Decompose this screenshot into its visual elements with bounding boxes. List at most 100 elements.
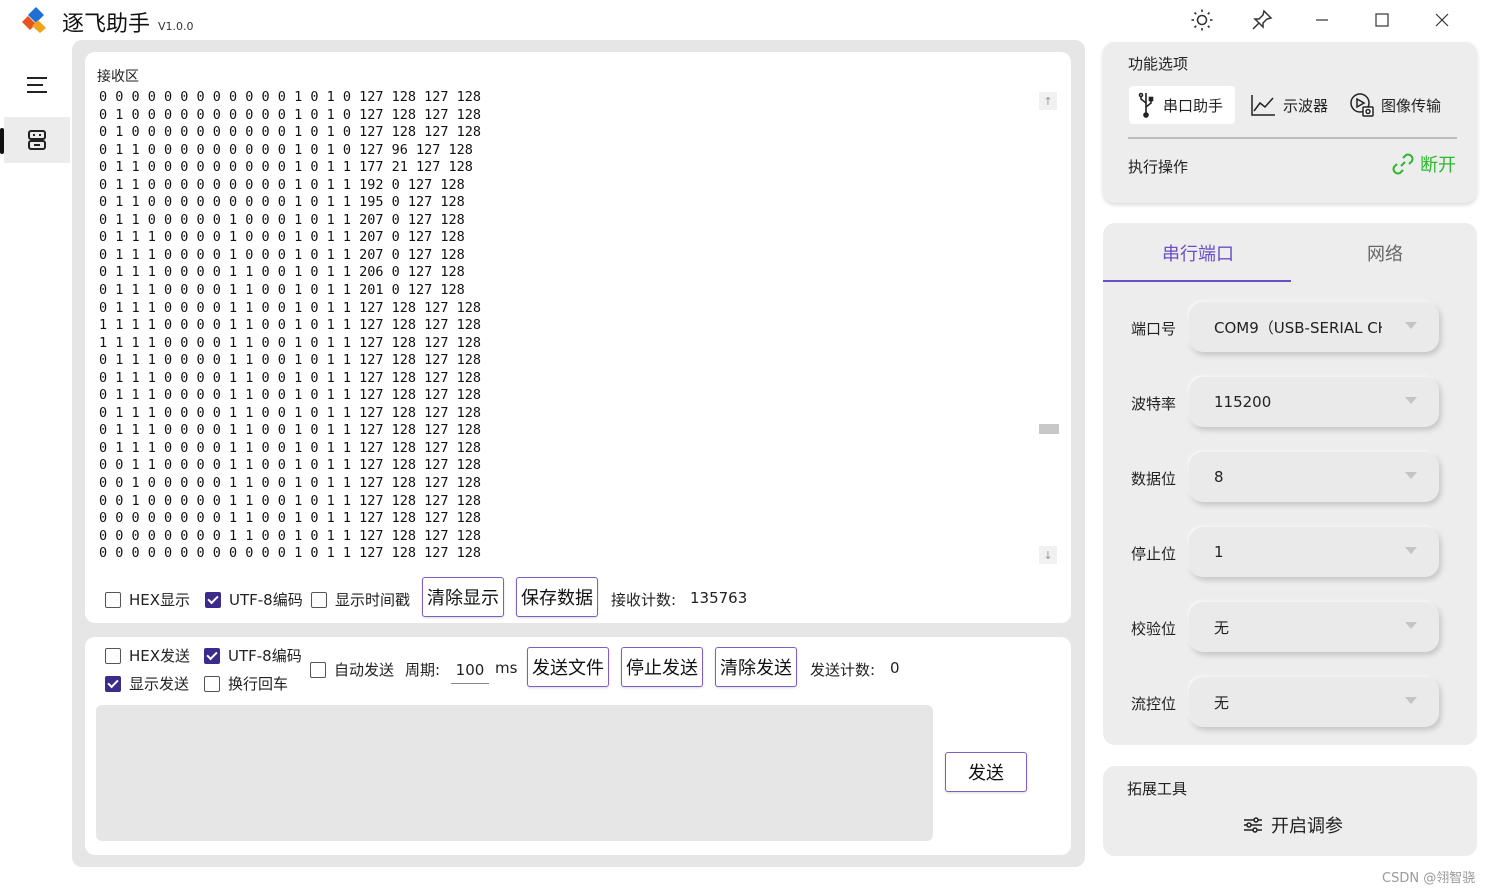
disconnect-button[interactable]: 断开 <box>1390 151 1456 177</box>
close-button[interactable] <box>1422 6 1462 34</box>
watermark: CSDN @翎智骁 <box>1382 871 1476 886</box>
checkbox-box <box>204 675 220 692</box>
receive-line: 0 0 0 0 0 0 0 0 1 1 0 0 1 0 1 1 127 128 … <box>99 510 482 527</box>
title-bar: 逐飞助手 V1.0.0 <box>0 0 1496 40</box>
nav-rail <box>0 40 72 893</box>
receive-line: 0 1 1 1 0 0 0 0 1 1 0 0 1 0 1 1 127 128 … <box>99 387 482 404</box>
image-transfer-icon <box>1350 93 1374 117</box>
active-tab-underline <box>1103 280 1291 282</box>
chevron-down-icon <box>1405 622 1417 629</box>
data-bits-label: 数据位 <box>1131 470 1177 488</box>
receive-line: 0 1 1 1 0 0 0 0 1 1 0 0 1 0 1 1 127 128 … <box>99 352 482 369</box>
receive-line: 1 1 1 1 0 0 0 0 1 1 0 0 1 0 1 1 127 128 … <box>99 317 482 334</box>
disconnect-label: 断开 <box>1420 155 1456 176</box>
receive-line: 0 1 1 1 0 0 0 0 1 1 0 0 1 0 1 1 206 0 12… <box>99 264 465 281</box>
tab-serial-assistant[interactable]: 串口助手 <box>1129 86 1235 124</box>
send-count-label: 发送计数: <box>810 661 876 679</box>
scroll-up-button[interactable]: ↑ <box>1039 92 1057 110</box>
maximize-button[interactable] <box>1362 6 1402 34</box>
receive-line: 0 1 1 1 0 0 0 0 1 1 0 0 1 0 1 1 127 128 … <box>99 404 482 421</box>
save-data-button[interactable]: 保存数据 <box>516 577 598 617</box>
tab-serial-port[interactable]: 串行端口 <box>1162 240 1234 266</box>
utf8-receive-checkbox[interactable]: UTF-8编码 <box>205 589 303 610</box>
execute-action-title: 执行操作 <box>1128 158 1189 176</box>
sun-icon <box>1191 9 1213 31</box>
receive-line: 0 0 0 0 0 0 0 0 0 0 0 0 1 0 1 0 127 128 … <box>99 89 482 105</box>
send-file-button[interactable]: 发送文件 <box>527 647 609 687</box>
tab-network[interactable]: 网络 <box>1367 240 1403 266</box>
checkbox-label: 换行回车 <box>228 675 289 693</box>
extension-tools-title: 拓展工具 <box>1127 780 1188 798</box>
show-send-checkbox[interactable]: 显示发送 <box>105 673 189 694</box>
data-bits-select[interactable]: 8 <box>1189 452 1439 502</box>
clear-display-button[interactable]: 清除显示 <box>422 577 504 617</box>
arrow-up-icon: ↑ <box>1043 94 1053 108</box>
send-button[interactable]: 发送 <box>945 752 1027 792</box>
scroll-down-button[interactable]: ↓ <box>1039 546 1057 564</box>
minimize-icon <box>1316 19 1328 21</box>
stop-send-button[interactable]: 停止发送 <box>621 647 703 687</box>
chevron-down-icon <box>1405 322 1417 329</box>
parity-value: 无 <box>1214 618 1230 637</box>
parity-label: 校验位 <box>1131 620 1177 638</box>
scrollbar-thumb[interactable] <box>1039 424 1059 434</box>
maximize-icon <box>1375 13 1389 27</box>
checkbox-box <box>204 647 220 664</box>
baud-rate-label: 波特率 <box>1131 395 1177 413</box>
flow-control-select[interactable]: 无 <box>1189 677 1439 727</box>
receive-line: 0 0 1 1 0 0 0 0 1 1 0 0 1 0 1 1 127 128 … <box>99 457 482 474</box>
send-count-value: 0 <box>890 659 900 677</box>
pin-icon <box>1252 9 1273 30</box>
app-version: V1.0.0 <box>158 20 194 33</box>
chevron-down-icon <box>1405 397 1417 404</box>
hex-send-checkbox[interactable]: HEX发送 <box>105 645 190 666</box>
flow-control-label: 流控位 <box>1131 695 1177 713</box>
receive-text-area[interactable]: 0 0 0 0 0 0 0 0 0 0 0 0 1 0 1 0 127 128 … <box>99 89 481 563</box>
port-select[interactable]: COM9（USB-SERIAL CH340） <box>1189 302 1439 352</box>
receive-line: 0 1 0 0 0 0 0 0 0 0 0 0 1 0 1 0 127 128 … <box>99 124 482 141</box>
rail-serial-assistant[interactable] <box>4 117 70 163</box>
menu-icon <box>27 77 47 93</box>
receive-count-value: 135763 <box>690 589 748 607</box>
checkbox-label: 显示时间戳 <box>335 591 411 609</box>
checkbox-label: HEX显示 <box>129 591 191 609</box>
stop-bits-value: 1 <box>1214 543 1224 561</box>
checkbox-box <box>311 591 327 608</box>
pin-button[interactable] <box>1242 6 1282 34</box>
sliders-icon <box>1244 817 1262 833</box>
checkbox-label: UTF-8编码 <box>229 591 303 609</box>
theme-toggle-button[interactable] <box>1182 6 1222 34</box>
link-icon <box>1392 153 1414 175</box>
receive-line: 0 1 1 0 0 0 0 0 1 0 0 0 1 0 1 1 207 0 12… <box>99 211 465 228</box>
minimize-button[interactable] <box>1302 6 1342 34</box>
checkbox-label: UTF-8编码 <box>228 647 302 665</box>
tab-image-transfer[interactable]: 图像传输 <box>1349 86 1441 124</box>
timestamp-checkbox[interactable]: 显示时间戳 <box>311 589 410 610</box>
send-text-area[interactable] <box>96 705 933 841</box>
receive-line: 0 1 1 1 0 0 0 0 1 1 0 0 1 0 1 1 127 128 … <box>99 439 482 456</box>
period-unit: ms <box>495 659 518 677</box>
tab-oscilloscope[interactable]: 示波器 <box>1250 86 1328 124</box>
checkbox-box <box>105 675 121 692</box>
receive-line: 0 1 1 1 0 0 0 0 1 1 0 0 1 0 1 1 127 128 … <box>99 299 482 316</box>
checkbox-label: HEX发送 <box>129 647 191 665</box>
receive-line: 0 1 1 0 0 0 0 0 0 0 0 0 1 0 1 1 177 21 1… <box>99 159 473 176</box>
newline-checkbox[interactable]: 换行回车 <box>204 673 288 694</box>
receive-line: 0 1 1 0 0 0 0 0 0 0 0 0 1 0 1 0 127 96 1… <box>99 141 473 158</box>
close-icon <box>1435 13 1449 27</box>
hex-display-checkbox[interactable]: HEX显示 <box>105 589 190 610</box>
checkbox-label: 自动发送 <box>334 661 395 679</box>
rail-menu-button[interactable] <box>4 62 70 108</box>
open-tuning-button[interactable]: 开启调参 <box>1243 812 1343 838</box>
receive-count-label: 接收计数: <box>611 591 677 609</box>
utf8-send-checkbox[interactable]: UTF-8编码 <box>204 645 302 666</box>
period-input[interactable]: 100 <box>451 656 489 684</box>
receive-line: 0 0 0 0 0 0 0 0 0 0 0 0 1 0 1 1 127 128 … <box>99 545 482 562</box>
period-label: 周期: <box>405 661 441 679</box>
auto-send-checkbox[interactable]: 自动发送 <box>310 659 394 680</box>
clear-send-button[interactable]: 清除发送 <box>715 647 797 687</box>
stop-bits-select[interactable]: 1 <box>1189 527 1439 577</box>
app-logo-icon <box>22 7 46 33</box>
parity-select[interactable]: 无 <box>1189 602 1439 652</box>
baud-rate-select[interactable]: 115200 <box>1189 377 1439 427</box>
